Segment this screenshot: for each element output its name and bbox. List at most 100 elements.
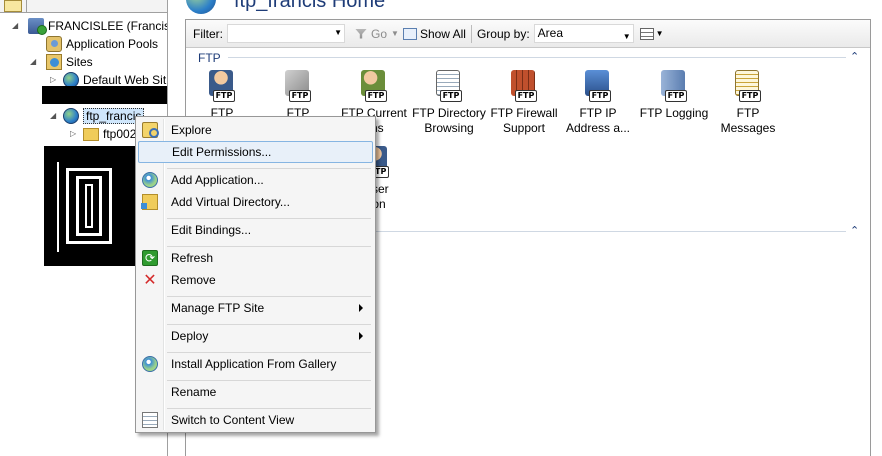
expand-icon[interactable]: ▷	[70, 129, 76, 138]
go-label: Go	[371, 26, 388, 41]
filter-input[interactable]: ▼	[227, 24, 345, 43]
feature-ftp-authentication[interactable]: FTP FTP	[184, 70, 260, 121]
application-pools-icon	[46, 35, 62, 52]
feature-label-line2: Browsing	[424, 121, 474, 135]
menu-item-label: Edit Bindings...	[171, 223, 252, 237]
show-all-icon	[402, 27, 417, 40]
chevron-down-icon[interactable]: ▼	[391, 29, 399, 38]
ftp-messages-icon: FTP	[731, 70, 765, 104]
tree-node-sites-label: Sites	[66, 54, 93, 69]
view-button[interactable]: ▼	[639, 27, 664, 40]
group-by-select[interactable]: Area ▼	[533, 24, 634, 45]
feature-label: FTP Logging	[639, 106, 709, 120]
chevron-down-icon[interactable]: ▼	[623, 28, 631, 45]
tree-node-sites[interactable]: ◢ Sites	[30, 53, 93, 70]
group-title-ftp: FTP	[198, 51, 221, 65]
filter-toolbar: Filter: ▼ Go ▼ Show All Group by: Area ▼	[186, 20, 870, 48]
chevron-down-icon[interactable]: ▼	[656, 29, 664, 38]
menu-item-label: Edit Permissions...	[172, 145, 272, 159]
menu-item-rename[interactable]: Rename	[138, 381, 373, 403]
tree-node-app-pools-label: Application Pools	[66, 36, 159, 51]
submenu-arrow-icon	[359, 304, 363, 312]
collapse-group-icon[interactable]: ⌃	[850, 224, 859, 237]
tree-node-ftp-child[interactable]: ▷ ftp002	[70, 125, 136, 142]
feature-label-line2: Messages	[720, 121, 776, 135]
menu-item-deploy[interactable]: Deploy	[138, 325, 373, 347]
menu-item-install-from-gallery[interactable]: Install Application From Gallery	[138, 353, 373, 375]
folder-icon	[83, 128, 99, 141]
feature-ftp-firewall-support[interactable]: FTP FTP Firewall Support	[485, 70, 563, 136]
tree-node-app-pools[interactable]: Application Pools	[46, 35, 158, 52]
refresh-icon: ⟳	[142, 250, 158, 266]
chevron-down-icon[interactable]: ▼	[334, 28, 342, 37]
toolbar-separator	[470, 24, 472, 43]
content-view-icon	[142, 412, 158, 428]
feature-label: FTP Directory	[412, 106, 486, 120]
menu-item-explore[interactable]: Explore	[138, 119, 373, 141]
globe-icon	[63, 107, 79, 124]
menu-item-label: Explore	[171, 123, 212, 137]
show-all-button[interactable]: Show All	[402, 26, 466, 41]
feature-label: FTP Firewall	[490, 106, 558, 120]
feature-label: FTP IP	[579, 106, 617, 120]
menu-item-add-application[interactable]: Add Application...	[138, 169, 373, 191]
menu-item-edit-bindings[interactable]: Edit Bindings...	[138, 219, 373, 241]
menu-item-label: Rename	[171, 385, 217, 399]
menu-item-label: Add Virtual Directory...	[171, 195, 290, 209]
menu-item-remove[interactable]: ✕ Remove	[138, 269, 373, 291]
collapse-icon[interactable]: ◢	[30, 57, 36, 66]
toolbar-divider	[26, 0, 27, 13]
ftp-directory-browsing-icon: FTP	[432, 70, 466, 104]
menu-item-label: Remove	[171, 273, 216, 287]
feature-ftp-directory-browsing[interactable]: FTP FTP Directory Browsing	[410, 70, 488, 136]
collapse-icon[interactable]: ◢	[12, 21, 18, 30]
group-by-value: Area	[537, 26, 564, 40]
redaction-artifact	[85, 184, 93, 228]
tree-toolbar	[0, 0, 167, 13]
tree-node-server[interactable]: ◢ FRANCISLEE (FrancisLe	[10, 17, 167, 35]
funnel-icon	[355, 28, 367, 39]
ftp-authentication-icon: FTP	[205, 70, 239, 104]
ftp-authorization-icon: FTP	[281, 70, 315, 104]
remove-icon: ✕	[143, 270, 157, 289]
ftp-firewall-support-icon: FTP	[507, 70, 541, 104]
explore-icon	[142, 122, 159, 138]
add-virtual-directory-icon	[141, 194, 158, 210]
redaction-artifact	[57, 162, 59, 252]
group-divider	[376, 231, 846, 232]
redacted-block	[42, 86, 167, 104]
ftp-ip-address-icon: FTP	[581, 70, 615, 104]
menu-item-refresh[interactable]: ⟳ Refresh	[138, 247, 373, 269]
go-button[interactable]: Go ▼	[355, 27, 399, 41]
menu-item-label: Switch to Content View	[171, 413, 295, 427]
menu-item-manage-ftp-site[interactable]: Manage FTP Site	[138, 297, 373, 319]
feature-ftp-ip-address[interactable]: FTP FTP IP Address a...	[560, 70, 636, 136]
feature-label: FTP	[736, 106, 760, 120]
feature-ftp-authorization[interactable]: FTP FTP	[260, 70, 336, 121]
connect-icon[interactable]	[4, 0, 22, 12]
menu-item-edit-permissions[interactable]: Edit Permissions...	[138, 141, 373, 163]
server-icon	[28, 17, 47, 35]
ftp-logging-icon: FTP	[657, 70, 691, 104]
add-application-icon	[142, 172, 158, 188]
expand-icon[interactable]: ▷	[50, 75, 56, 84]
menu-item-switch-to-content-view[interactable]: Switch to Content View	[138, 409, 373, 431]
collapse-group-icon[interactable]: ⌃	[850, 50, 859, 63]
feature-ftp-logging[interactable]: FTP FTP Logging	[636, 70, 712, 121]
tree-node-ftp-child-label: ftp002	[103, 126, 137, 141]
menu-item-label: Deploy	[171, 329, 209, 343]
feature-label-line2: Address a...	[565, 121, 631, 135]
sites-icon	[46, 53, 62, 70]
tree-node-ftp-site[interactable]: ◢ ftp_francis	[50, 107, 145, 124]
page-title: ftp_francis Home	[234, 0, 386, 12]
menu-item-label: Refresh	[171, 251, 214, 265]
feature-ftp-messages[interactable]: FTP FTP Messages	[710, 70, 786, 136]
view-icon	[639, 27, 654, 40]
collapse-icon[interactable]: ◢	[50, 111, 56, 120]
group-divider	[228, 57, 846, 58]
menu-item-label: Manage FTP Site	[171, 301, 265, 315]
context-menu: Explore Edit Permissions... Add Applicat…	[135, 116, 376, 433]
menu-item-add-virtual-directory[interactable]: Add Virtual Directory...	[138, 191, 373, 213]
filter-label: Filter:	[193, 26, 223, 41]
show-all-label: Show All	[419, 26, 466, 41]
